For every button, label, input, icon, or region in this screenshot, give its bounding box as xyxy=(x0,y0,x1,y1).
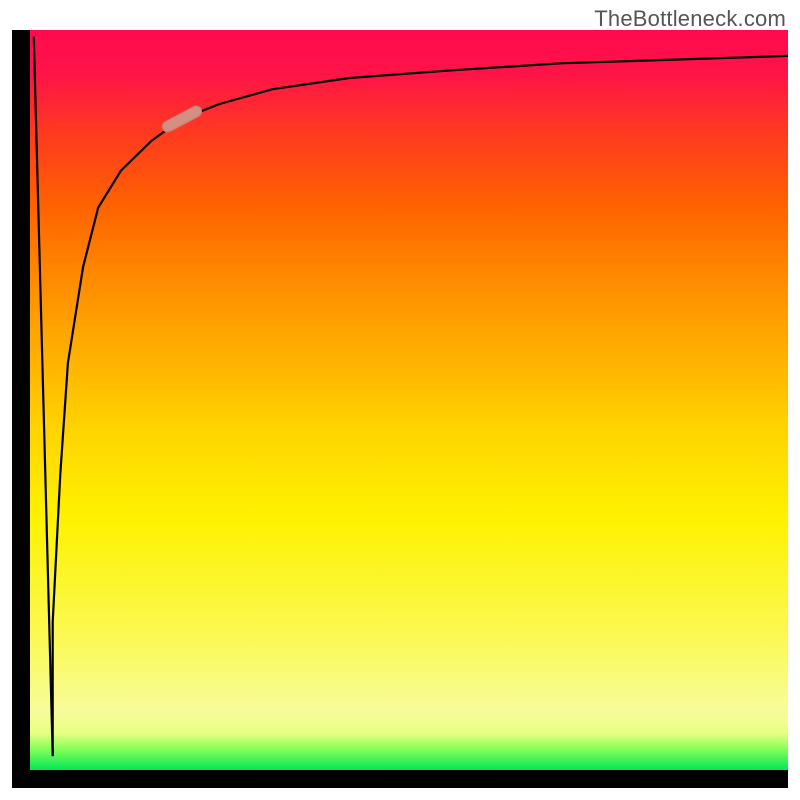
chart-container xyxy=(12,30,788,788)
watermark-text: TheBottleneck.com xyxy=(594,6,786,32)
chart-lines xyxy=(30,30,788,770)
x-axis xyxy=(12,770,788,788)
series-bottleneck-curve xyxy=(53,56,788,755)
plot-area xyxy=(30,30,788,770)
y-axis xyxy=(12,30,30,788)
series-initial-drop xyxy=(34,37,53,755)
